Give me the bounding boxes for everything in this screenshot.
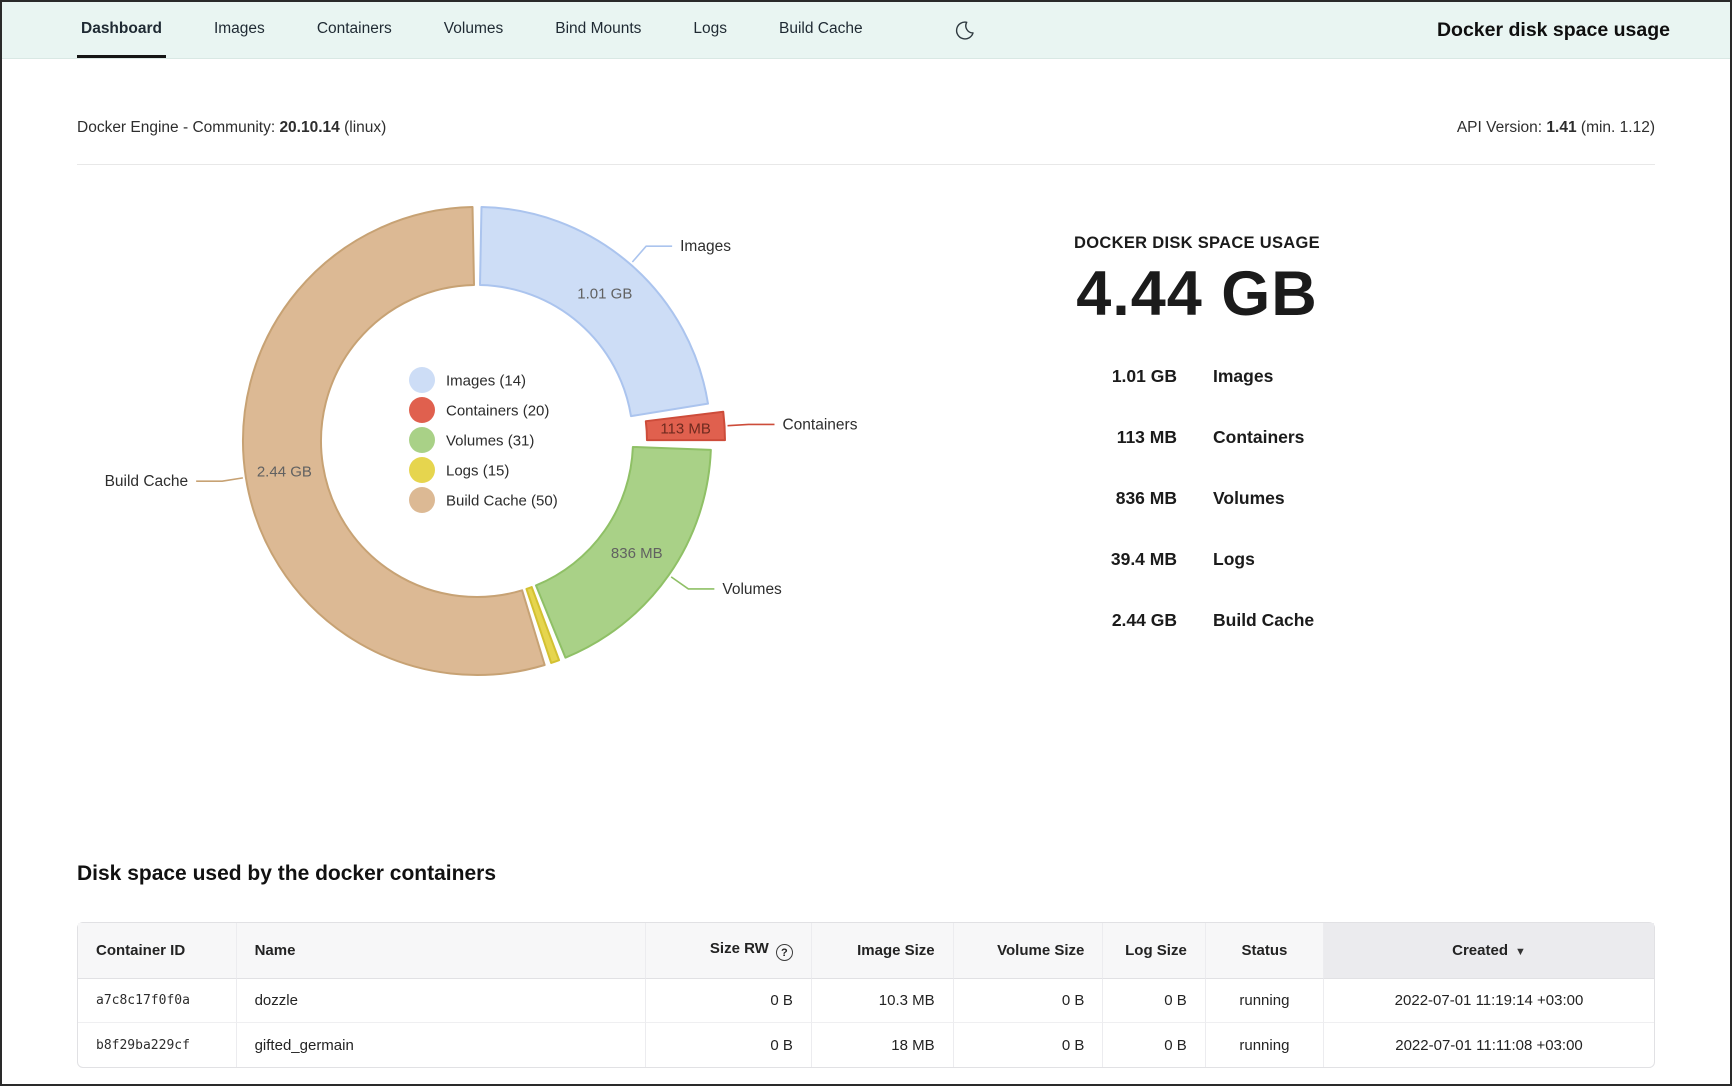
cell-log-size: 0 B	[1102, 1023, 1204, 1067]
summary-value: 836 MB	[977, 488, 1177, 509]
engine-info: Docker Engine - Community: 20.10.14 (lin…	[77, 119, 386, 137]
table-body: a7c8c17f0f0adozzle0 B10.3 MB0 B0 Brunnin…	[78, 979, 1654, 1067]
containers-section: Disk space used by the docker containers…	[77, 862, 1655, 1068]
legend-label-volumes[interactable]: Volumes (31)	[446, 433, 534, 450]
app-title: Docker disk space usage	[1437, 19, 1670, 42]
summary-row-containers: 113 MB Containers	[977, 427, 1417, 448]
legend-swatch-images[interactable]	[409, 367, 435, 393]
col-header-image-size[interactable]: Image Size	[811, 923, 953, 979]
top-nav: Dashboard Images Containers Volumes Bind Mou…	[2, 2, 1730, 59]
col-header-name[interactable]: Name	[236, 923, 646, 979]
summary-label: Volumes	[1213, 488, 1285, 509]
cell-volume-size: 0 B	[953, 1023, 1103, 1067]
containers-heading: Disk space used by the docker containers	[77, 862, 1655, 886]
api-version: 1.41	[1546, 119, 1576, 136]
cell-size-rw: 0 B	[645, 979, 810, 1023]
cell-container-id: b8f29ba229cf	[78, 1023, 236, 1067]
cell-name: dozzle	[236, 979, 646, 1023]
divider	[77, 164, 1655, 165]
col-header-volume-size[interactable]: Volume Size	[953, 923, 1103, 979]
tab-containers[interactable]: Containers	[313, 2, 396, 58]
engine-platform: (linux)	[344, 119, 386, 136]
summary-label: Build Cache	[1213, 610, 1314, 631]
legend-label-logs[interactable]: Logs (15)	[446, 463, 509, 480]
summary-heading: DOCKER DISK SPACE USAGE	[977, 234, 1417, 253]
cell-image-size: 18 MB	[811, 1023, 953, 1067]
cell-image-size: 10.3 MB	[811, 979, 953, 1023]
legend-swatch-build-cache[interactable]	[409, 487, 435, 513]
cell-log-size: 0 B	[1102, 979, 1204, 1023]
segment-value-label-volumes: 836 MB	[611, 545, 663, 562]
tab-volumes[interactable]: Volumes	[440, 2, 507, 58]
api-version-label: API Version:	[1457, 119, 1542, 136]
legend-label-containers[interactable]: Containers (20)	[446, 403, 549, 420]
col-header-status[interactable]: Status	[1205, 923, 1323, 979]
summary-label: Logs	[1213, 549, 1255, 570]
legend-swatch-logs[interactable]	[409, 457, 435, 483]
api-version-info: API Version: 1.41 (min. 1.12)	[1457, 119, 1655, 137]
tab-dashboard[interactable]: Dashboard	[77, 2, 166, 58]
callout-line-build-cache	[196, 478, 243, 481]
segment-callout-label-build-cache: Build Cache	[105, 473, 189, 490]
summary-row-build-cache: 2.44 GB Build Cache	[977, 610, 1417, 631]
summary-label: Containers	[1213, 427, 1304, 448]
cell-created: 2022-07-01 11:11:08 +03:00	[1323, 1023, 1654, 1067]
sort-desc-icon: ▼	[1515, 946, 1526, 958]
summary-list: 1.01 GB Images 113 MB Containers 836 MB Volum…	[977, 366, 1417, 631]
col-header-container-id[interactable]: Container ID	[78, 923, 236, 979]
app-window: Dashboard Images Containers Volumes Bind Mou…	[0, 0, 1732, 1086]
segment-callout-label-containers: Containers	[782, 416, 857, 433]
cell-created: 2022-07-01 11:19:14 +03:00	[1323, 979, 1654, 1023]
segment-callout-label-volumes: Volumes	[722, 581, 782, 598]
disk-usage-section: 1.01 GB Images 113 MB Containers 836 MB Volum…	[77, 190, 1655, 690]
summary-value: 2.44 GB	[977, 610, 1177, 631]
summary-value: 113 MB	[977, 427, 1177, 448]
segment-value-label-containers: 113 MB	[660, 420, 711, 437]
segment-value-label-build-cache: 2.44 GB	[257, 463, 312, 480]
col-header-created[interactable]: Created▼	[1323, 923, 1654, 979]
disk-usage-donut-chart: 1.01 GB Images 113 MB Containers 836 MB Volum…	[77, 190, 957, 690]
engine-info-label: Docker Engine - Community:	[77, 119, 275, 136]
nav-tabs: Dashboard Images Containers Volumes Bind Mou…	[77, 2, 911, 58]
summary-row-volumes: 836 MB Volumes	[977, 488, 1417, 509]
summary-value: 1.01 GB	[977, 366, 1177, 387]
cell-container-id: a7c8c17f0f0a	[78, 979, 236, 1023]
tab-bind-mounts[interactable]: Bind Mounts	[551, 2, 645, 58]
callout-line-containers	[728, 424, 775, 425]
cell-volume-size: 0 B	[953, 979, 1103, 1023]
cell-status: running	[1205, 1023, 1323, 1067]
legend-swatch-volumes[interactable]	[409, 427, 435, 453]
cell-size-rw: 0 B	[645, 1023, 810, 1067]
callout-line-volumes	[671, 577, 714, 589]
tab-build-cache[interactable]: Build Cache	[775, 2, 867, 58]
api-version-min: (min. 1.12)	[1581, 119, 1655, 136]
summary-label: Images	[1213, 366, 1273, 387]
total-disk-usage: 4.44 GB	[977, 258, 1417, 330]
callout-line-images	[632, 246, 672, 262]
containers-table: Container IDNameSize RW?Image SizeVolume…	[77, 922, 1655, 1068]
segment-callout-label-images: Images	[680, 238, 731, 255]
summary-row-images: 1.01 GB Images	[977, 366, 1417, 387]
col-header-log-size[interactable]: Log Size	[1102, 923, 1204, 979]
help-icon[interactable]: ?	[776, 944, 793, 961]
table-header-row: Container IDNameSize RW?Image SizeVolume…	[78, 923, 1654, 979]
legend-label-images[interactable]: Images (14)	[446, 373, 526, 390]
table-row: a7c8c17f0f0adozzle0 B10.3 MB0 B0 Brunnin…	[78, 979, 1654, 1023]
summary-value: 39.4 MB	[977, 549, 1177, 570]
legend-swatch-containers[interactable]	[409, 397, 435, 423]
segment-value-label-images: 1.01 GB	[577, 286, 632, 303]
table-row: b8f29ba229cfgifted_germain0 B18 MB0 B0 B…	[78, 1023, 1654, 1067]
tab-images[interactable]: Images	[210, 2, 269, 58]
disk-usage-summary: DOCKER DISK SPACE USAGE 4.44 GB 1.01 GB I…	[977, 190, 1417, 690]
summary-row-logs: 39.4 MB Logs	[977, 549, 1417, 570]
moon-icon	[955, 20, 976, 41]
dark-mode-toggle[interactable]	[955, 20, 976, 41]
col-header-size-rw[interactable]: Size RW?	[645, 923, 810, 979]
cell-name: gifted_germain	[236, 1023, 646, 1067]
engine-version: 20.10.14	[279, 119, 339, 136]
legend-label-build-cache[interactable]: Build Cache (50)	[446, 493, 558, 510]
cell-status: running	[1205, 979, 1323, 1023]
tab-logs[interactable]: Logs	[689, 2, 731, 58]
